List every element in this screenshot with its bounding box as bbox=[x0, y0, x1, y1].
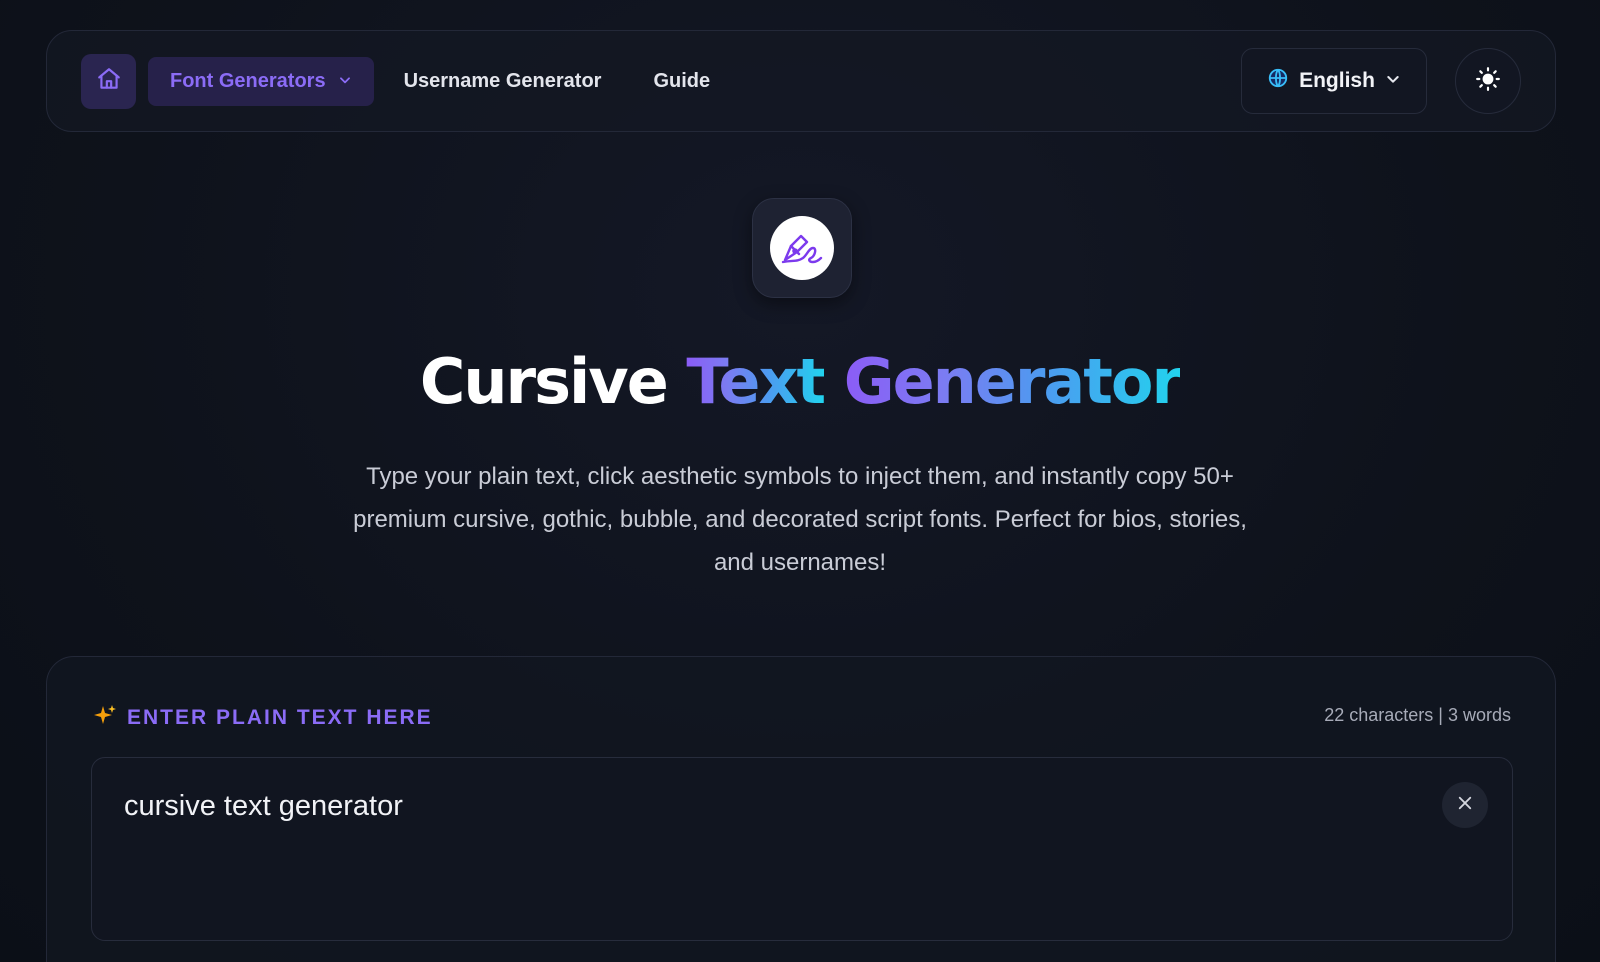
home-button[interactable] bbox=[81, 53, 136, 109]
page-subtitle: Type your plain text, click aesthetic sy… bbox=[353, 463, 1247, 576]
input-label-text: ENTER PLAIN TEXT HERE bbox=[127, 706, 433, 729]
plain-text-value: cursive text generator bbox=[124, 790, 403, 822]
text-input-card: ENTER PLAIN TEXT HERE 22 characters | 3 … bbox=[46, 656, 1556, 962]
chevron-down-icon bbox=[1385, 69, 1401, 93]
page-title: Cursive Text Generator bbox=[0, 342, 1600, 422]
top-navbar: Font Generators Username Generator Guide… bbox=[46, 30, 1556, 132]
logo-circle bbox=[770, 216, 834, 280]
globe-icon bbox=[1267, 67, 1289, 95]
chevron-down-icon bbox=[338, 70, 352, 93]
theme-toggle-button[interactable] bbox=[1455, 48, 1521, 114]
close-icon bbox=[1456, 794, 1474, 817]
font-generators-dropdown[interactable]: Font Generators bbox=[148, 56, 374, 106]
guide-link[interactable]: Guide bbox=[653, 70, 710, 93]
font-generators-label: Font Generators bbox=[170, 69, 326, 92]
language-label: English bbox=[1299, 69, 1375, 92]
pen-signature-icon bbox=[779, 226, 825, 271]
sun-icon bbox=[1475, 66, 1501, 97]
title-word-generator: Generator bbox=[843, 345, 1182, 418]
plain-text-input[interactable]: cursive text generator bbox=[91, 757, 1513, 941]
input-label: ENTER PLAIN TEXT HERE bbox=[93, 703, 433, 733]
page: Font Generators Username Generator Guide… bbox=[0, 0, 1600, 962]
sparkles-icon bbox=[93, 703, 117, 733]
language-selector[interactable]: English bbox=[1241, 48, 1427, 114]
home-icon bbox=[96, 66, 122, 97]
clear-text-button[interactable] bbox=[1442, 782, 1488, 828]
username-generator-link[interactable]: Username Generator bbox=[404, 70, 602, 93]
title-word-cursive: Cursive bbox=[419, 345, 669, 418]
character-word-counter: 22 characters | 3 words bbox=[1324, 705, 1511, 725]
title-word-text: Text bbox=[686, 345, 826, 418]
app-logo bbox=[752, 198, 852, 298]
